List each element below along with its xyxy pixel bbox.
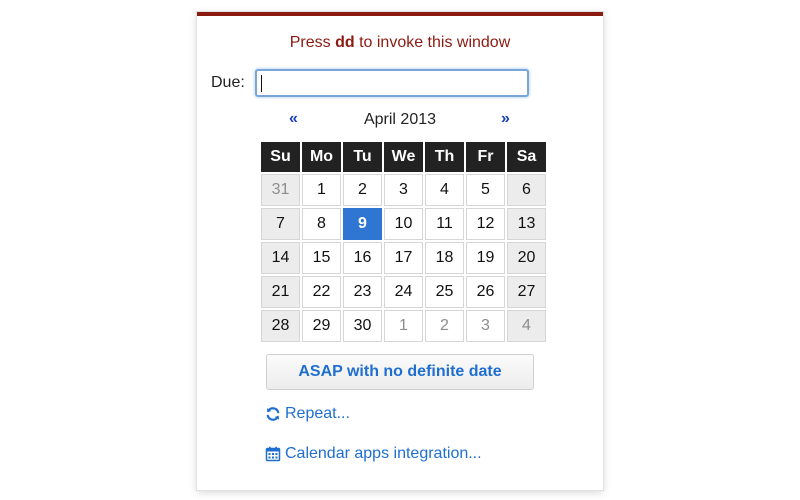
hint-suffix: to invoke this window [354, 34, 511, 51]
calendar-day[interactable]: 12 [466, 208, 505, 240]
due-date-popup: Press dd to invoke this window Due: « Ap… [197, 12, 603, 490]
calendar-day[interactable]: 8 [302, 208, 341, 240]
weekday-header: Th [425, 142, 464, 172]
weekday-header: We [384, 142, 423, 172]
month-title: April 2013 [363, 111, 437, 128]
calendar-day[interactable]: 20 [507, 242, 546, 274]
calendar-day[interactable]: 22 [302, 276, 341, 308]
calendar-week-row: 21 22 23 24 25 26 27 [261, 276, 546, 308]
calendar-integration-link[interactable]: Calendar apps integration... [265, 445, 482, 463]
repeat-link-label: Repeat... [285, 405, 350, 422]
calendar-week-row: 31 1 2 3 4 5 6 [261, 174, 546, 206]
hint-prefix: Press [289, 34, 336, 51]
calendar-day[interactable]: 4 [425, 174, 464, 206]
calendar-day[interactable]: 3 [384, 174, 423, 206]
calendar-day[interactable]: 10 [384, 208, 423, 240]
calendar-day[interactable]: 24 [384, 276, 423, 308]
next-month-button[interactable]: » [501, 110, 510, 128]
calendar-day[interactable]: 27 [507, 276, 546, 308]
calendar-day[interactable]: 13 [507, 208, 546, 240]
calendar-day[interactable]: 23 [343, 276, 382, 308]
month-navigation: « April 2013 » [260, 110, 540, 134]
hint-key: dd [335, 34, 355, 51]
repeat-link[interactable]: Repeat... [265, 405, 350, 423]
calendar-day[interactable]: 29 [302, 310, 341, 342]
calendar-integration-label: Calendar apps integration... [285, 445, 482, 462]
weekday-header: Sa [507, 142, 546, 172]
calendar-day[interactable]: 25 [425, 276, 464, 308]
calendar-day[interactable]: 19 [466, 242, 505, 274]
refresh-icon [265, 406, 281, 422]
calendar-day[interactable]: 30 [343, 310, 382, 342]
calendar-day[interactable]: 17 [384, 242, 423, 274]
weekday-header-row: Su Mo Tu We Th Fr Sa [261, 142, 546, 172]
calendar-day[interactable]: 5 [466, 174, 505, 206]
calendar-week-row: 7 8 9 10 11 12 13 [261, 208, 546, 240]
weekday-header: Fr [466, 142, 505, 172]
asap-button[interactable]: ASAP with no definite date [266, 354, 534, 390]
weekday-header: Mo [302, 142, 341, 172]
calendar-icon [265, 446, 281, 462]
due-label: Due: [211, 74, 245, 91]
calendar-day[interactable]: 2 [343, 174, 382, 206]
calendar-day[interactable]: 21 [261, 276, 300, 308]
shortcut-hint: Press dd to invoke this window [197, 34, 603, 52]
calendar-day[interactable]: 14 [261, 242, 300, 274]
calendar-day[interactable]: 31 [261, 174, 300, 206]
weekday-header: Tu [343, 142, 382, 172]
calendar-day[interactable]: 4 [507, 310, 546, 342]
calendar-week-row: 14 15 16 17 18 19 20 [261, 242, 546, 274]
calendar-day[interactable]: 7 [261, 208, 300, 240]
calendar-day[interactable]: 6 [507, 174, 546, 206]
calendar-day[interactable]: 15 [302, 242, 341, 274]
weekday-header: Su [261, 142, 300, 172]
calendar-day[interactable]: 1 [302, 174, 341, 206]
calendar-day[interactable]: 18 [425, 242, 464, 274]
text-cursor [261, 75, 262, 92]
calendar-day[interactable]: 26 [466, 276, 505, 308]
calendar-day[interactable]: 28 [261, 310, 300, 342]
calendar-grid: Su Mo Tu We Th Fr Sa 31 1 2 3 4 5 6 7 8 [259, 140, 548, 344]
due-input[interactable] [255, 69, 529, 97]
calendar-day-selected[interactable]: 9 [343, 208, 382, 240]
calendar-day[interactable]: 2 [425, 310, 464, 342]
calendar-week-row: 28 29 30 1 2 3 4 [261, 310, 546, 342]
calendar-day[interactable]: 16 [343, 242, 382, 274]
calendar-day[interactable]: 1 [384, 310, 423, 342]
calendar-day[interactable]: 11 [425, 208, 464, 240]
calendar-day[interactable]: 3 [466, 310, 505, 342]
